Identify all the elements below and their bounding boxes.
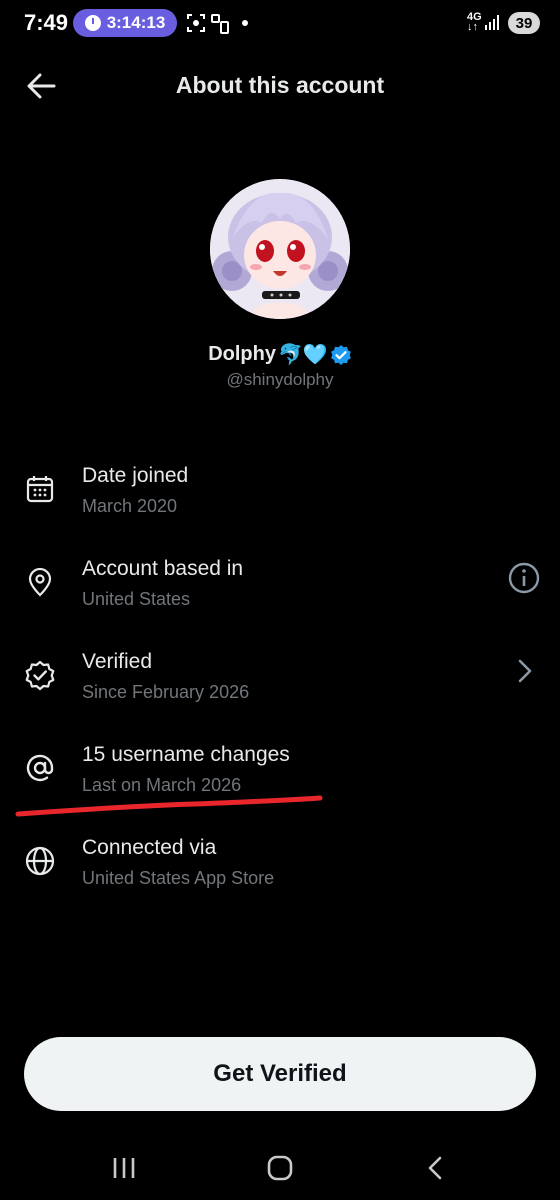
get-verified-button[interactable]: Get Verified: [24, 1037, 536, 1111]
recents-icon[interactable]: [104, 1152, 144, 1184]
page-title: About this account: [175, 72, 385, 98]
screenshot-icon: [187, 14, 205, 32]
row-subtitle: Since February 2026: [82, 682, 250, 702]
verified-badge-icon: [25, 660, 55, 691]
name-row: Dolphy 🐬🩵: [0, 342, 560, 367]
network-indicator: 4G ↓↑: [467, 11, 482, 33]
clipboard-icon: [211, 14, 229, 34]
profile-avatar[interactable]: [210, 179, 350, 319]
chevron-right-icon[interactable]: [506, 653, 542, 689]
about-account-screen: 7:49 3:14:13 4G ↓↑ 39 About this account…: [0, 0, 560, 1200]
stopwatch-icon: [84, 15, 101, 31]
page-header: About this account: [0, 60, 560, 112]
row-subtitle: United States: [82, 589, 191, 609]
row-subtitle: March 2020: [82, 496, 178, 516]
row-date-joined: Date joined March 2020: [0, 440, 560, 533]
back-icon[interactable]: [416, 1152, 456, 1184]
user-handle: @shinydolphy: [226, 370, 334, 389]
home-icon[interactable]: [260, 1152, 300, 1184]
notification-dot: [242, 20, 248, 26]
row-verified[interactable]: Verified Since February 2026: [0, 626, 560, 719]
account-info-list: Date joined March 2020 Account based in …: [0, 440, 560, 905]
timer-value: 3:14:13: [106, 13, 166, 32]
row-title: Account based in: [82, 557, 244, 580]
battery-indicator: 39: [508, 12, 540, 34]
display-name: Dolphy: [208, 343, 276, 365]
timer-pill[interactable]: 3:14:13: [73, 9, 177, 37]
calendar-icon: [26, 476, 54, 503]
row-account-based-in: Account based in United States: [0, 533, 560, 626]
status-bar: 7:49 3:14:13 4G ↓↑ 39: [0, 0, 560, 48]
info-icon[interactable]: [506, 560, 542, 596]
location-pin-icon: [28, 567, 52, 597]
at-sign-icon: [26, 754, 54, 782]
name-emoji: 🐬🩵: [277, 344, 328, 366]
globe-icon: [25, 846, 55, 876]
row-title: Date joined: [82, 464, 189, 487]
row-subtitle: United States App Store: [82, 868, 275, 888]
status-time: 7:49: [24, 10, 69, 35]
red-underline-annotation: [15, 795, 323, 817]
row-title: 15 username changes: [82, 743, 290, 766]
row-title: Connected via: [82, 836, 217, 859]
system-nav-bar: [0, 1140, 560, 1200]
anime-girl-avatar: [210, 179, 350, 319]
verified-badge-icon: [330, 344, 351, 365]
row-connected-via: Connected via United States App Store: [0, 812, 560, 905]
row-title: Verified: [82, 650, 153, 673]
signal-icon: [485, 15, 499, 30]
